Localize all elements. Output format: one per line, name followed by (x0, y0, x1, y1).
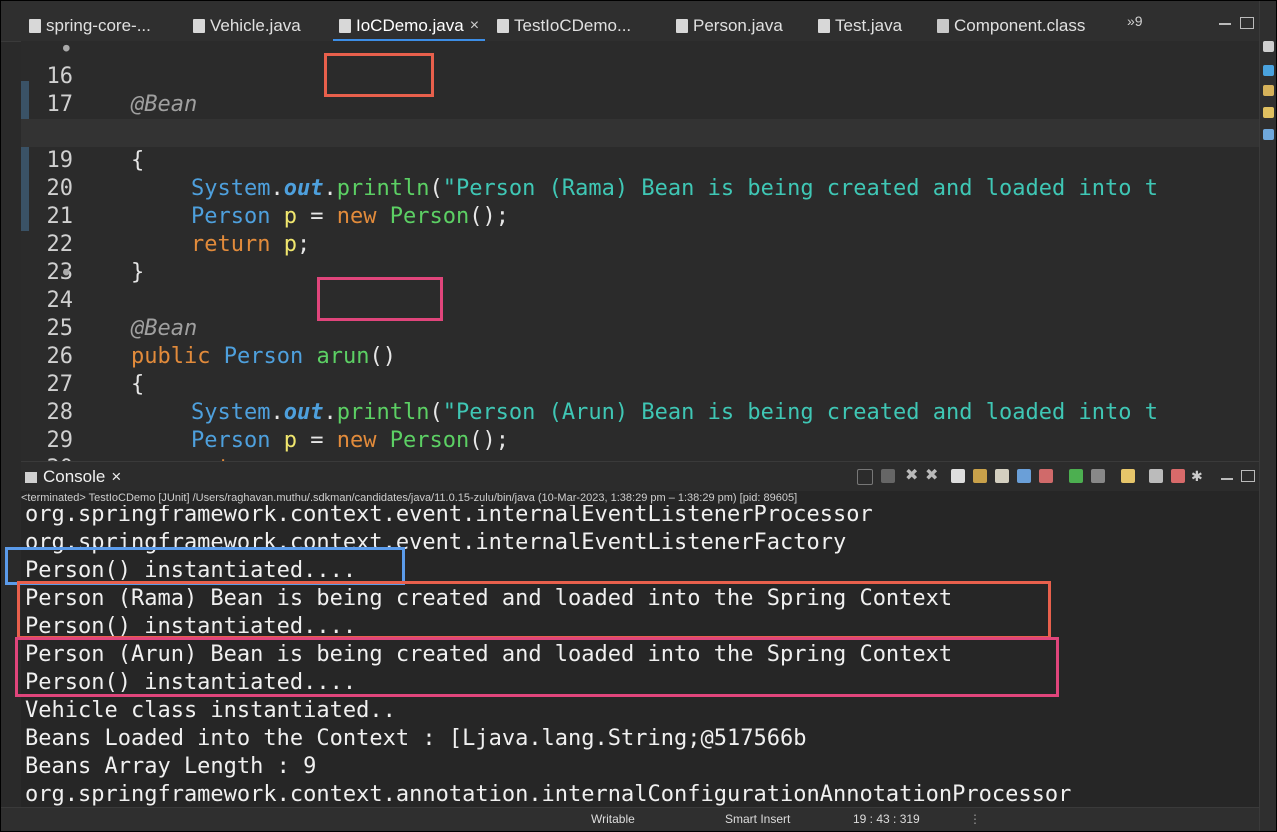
display-console-icon[interactable] (1091, 469, 1105, 483)
disconnect-icon[interactable] (857, 469, 873, 485)
tab-console[interactable]: Console × (25, 464, 121, 490)
class-file-icon (937, 19, 949, 33)
terminate-icon[interactable] (881, 469, 895, 483)
console-line: Beans Loaded into the Context : [Ljava.l… (25, 726, 807, 751)
clear-console-icon[interactable] (951, 469, 965, 483)
code-line: 26 { (46, 344, 145, 397)
tab-label: Console (43, 467, 106, 486)
code-line: 28 Person p = new Person(); (46, 400, 509, 453)
code-line: 17 public Person rama() (21, 63, 1259, 145)
fold-marker-icon[interactable]: ● (63, 41, 70, 62)
console-line: Beans Array Length : 9 (25, 754, 317, 779)
close-icon[interactable]: × (470, 17, 479, 35)
code-line: 20 Person p = new Person(); (46, 176, 509, 229)
pin-console-icon[interactable] (1069, 469, 1083, 483)
code-line: 27 System.out.println("Person (Arun) Bea… (46, 372, 1158, 425)
pencil-icon[interactable] (1263, 107, 1274, 118)
tab-vehicle-java[interactable]: Vehicle.java (193, 13, 301, 39)
tab-label: TestIoCDemo... (514, 16, 632, 35)
minimize-icon[interactable] (1221, 472, 1233, 480)
tab-label: Person.java (693, 16, 783, 35)
terminated-info: <terminated> TestIoCDemo [JUnit] /Users/… (21, 491, 1259, 505)
console-line: org.springframework.context.annotation.i… (25, 782, 1072, 807)
console-line: Vehicle class instantiated.. (25, 698, 396, 723)
remove-launch-icon[interactable]: ✖ (905, 468, 919, 484)
code-editor[interactable]: 16● @Bean 17 public Person rama() 18 { 1… (21, 41, 1259, 461)
code-line: 25 public Person arun() (46, 316, 396, 369)
ide-window: spring-core-... Vehicle.java IoCDemo.jav… (0, 0, 1277, 832)
highlight-icon[interactable] (1171, 469, 1185, 483)
tab-component-class[interactable]: Component.class (937, 13, 1085, 39)
file-icon (29, 19, 41, 33)
java-file-icon (818, 19, 830, 33)
tab-label: Vehicle.java (210, 16, 301, 35)
console-line: Person() instantiated.... (25, 558, 357, 583)
hierarchy-icon[interactable] (1263, 129, 1274, 140)
console-header: Console × ✖ ✖ ✱ (21, 461, 1259, 492)
maximize-icon[interactable] (1241, 470, 1255, 482)
code-line: 21 return p; (46, 204, 311, 257)
status-bar: Writable Smart Insert 19 : 43 : 319 ⋮ (1, 807, 1259, 831)
tab-spring-core[interactable]: spring-core-... (29, 13, 151, 39)
status-writable: Writable (591, 812, 635, 826)
tab-testiocdemo[interactable]: TestIoCDemo... (497, 13, 631, 39)
console-line: Person() instantiated.... (25, 670, 357, 695)
tab-label: spring-core-... (46, 16, 151, 35)
word-wrap-icon[interactable] (995, 469, 1009, 483)
show-on-stdout-icon[interactable] (1017, 469, 1031, 483)
copy-icon[interactable] (1149, 469, 1163, 483)
code-line: 18 { (47, 120, 145, 173)
scroll-lock-icon[interactable] (973, 469, 987, 483)
tab-test-java[interactable]: Test.java (818, 13, 902, 39)
console-line: Person (Rama) Bean is being created and … (25, 586, 953, 611)
java-file-icon (676, 19, 688, 33)
code-line: 29 return p; (21, 399, 1259, 461)
console-line: Person() instantiated.... (25, 614, 357, 639)
open-console-icon[interactable] (1121, 469, 1135, 483)
minimize-icon[interactable] (1219, 17, 1231, 25)
tab-label: Test.java (835, 16, 903, 35)
tab-overflow-button[interactable]: »9 (1127, 13, 1143, 29)
java-file-icon (497, 19, 509, 33)
java-file-icon (193, 19, 205, 33)
status-menu-icon[interactable]: ⋮ (969, 812, 981, 826)
task-list-icon[interactable] (1263, 65, 1274, 76)
console-output[interactable]: org.springframework.context.event.intern… (21, 505, 1259, 807)
console-line: org.springframework.context.event.intern… (25, 530, 847, 555)
remove-all-icon[interactable]: ✖ (925, 468, 939, 484)
tab-label: IoCDemo.java (356, 16, 464, 35)
code-line: 22 } (46, 232, 145, 285)
outline-icon[interactable] (1263, 41, 1274, 52)
fold-marker-icon[interactable]: ● (63, 258, 70, 286)
code-line: 23 (46, 260, 74, 285)
maximize-icon[interactable] (1240, 17, 1254, 29)
code-line: 24 ● @Bean (21, 258, 1259, 341)
tab-person-java[interactable]: Person.java (676, 13, 783, 39)
status-cursor-position: 19 : 43 : 319 (853, 812, 920, 826)
status-insert-mode: Smart Insert (725, 812, 791, 826)
spring-icon[interactable] (1263, 85, 1274, 96)
tab-iocdemo-java[interactable]: IoCDemo.java × (332, 13, 486, 41)
java-file-icon (339, 19, 351, 33)
code-line: 16 ● @Bean (21, 41, 1259, 117)
editor-tab-bar: spring-core-... Vehicle.java IoCDemo.jav… (1, 1, 1259, 42)
gear-icon[interactable]: ✱ (1191, 469, 1205, 483)
close-icon[interactable]: × (111, 467, 121, 487)
code-line-current: 19 System.out.println("Person (Rama) Bea… (21, 119, 1259, 201)
right-toolbar (1259, 1, 1276, 831)
code-line: 30 } (21, 427, 1259, 461)
show-on-stderr-icon[interactable] (1039, 469, 1053, 483)
tab-label: Component.class (954, 16, 1086, 35)
console-icon (25, 471, 37, 483)
console-line: Person (Arun) Bean is being created and … (25, 642, 953, 667)
console-line: org.springframework.context.event.intern… (25, 505, 873, 527)
